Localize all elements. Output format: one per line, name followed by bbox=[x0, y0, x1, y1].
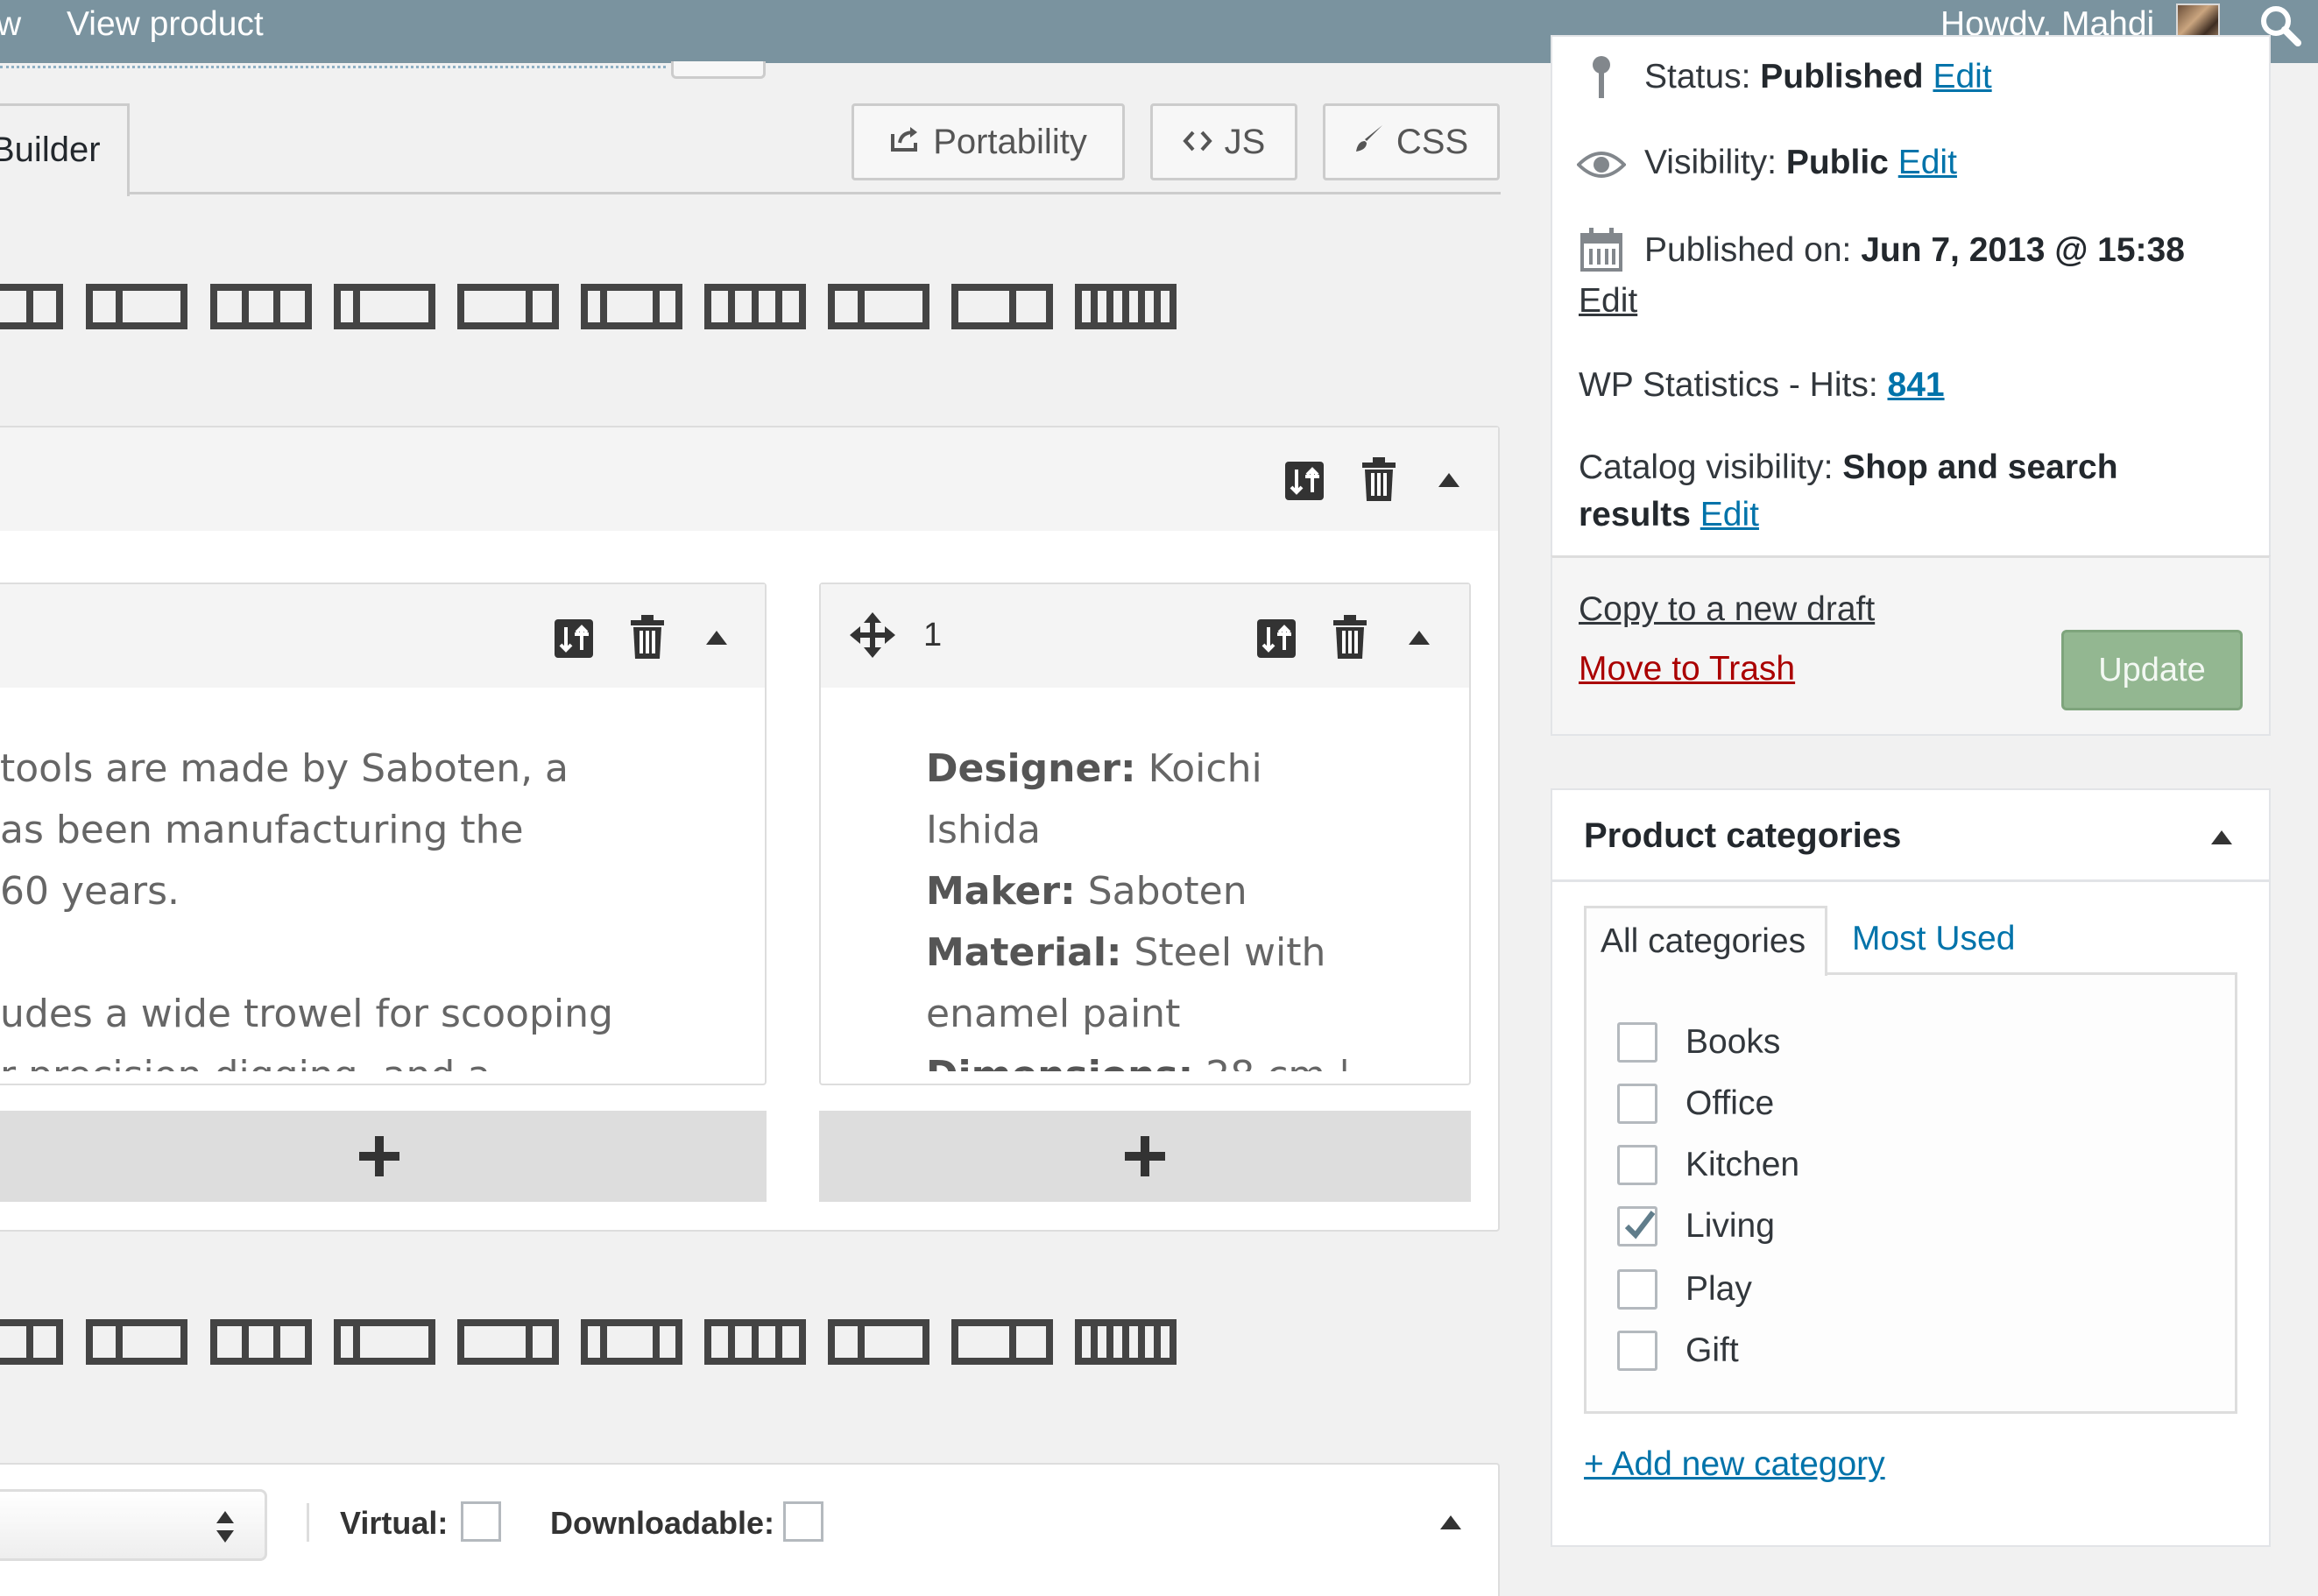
status-row: Status: Published Edit bbox=[1644, 58, 1992, 95]
category-item[interactable]: Kitchen bbox=[1617, 1144, 1799, 1186]
visibility-row: Visibility: Public Edit bbox=[1644, 144, 1957, 181]
cell-right-label: 1 bbox=[923, 617, 943, 653]
layout-1-2-1-icon[interactable] bbox=[581, 1319, 682, 1365]
layout-1-1-icon[interactable] bbox=[0, 1319, 63, 1365]
tab-most-used[interactable]: Most Used bbox=[1852, 920, 2015, 958]
row-layout-picker bbox=[0, 284, 1183, 333]
calendar-icon bbox=[1580, 228, 1622, 276]
row-collapse-icon[interactable] bbox=[1437, 471, 1461, 489]
category-checkbox[interactable] bbox=[1617, 1022, 1657, 1063]
cell-right-collapse-icon[interactable] bbox=[1407, 629, 1431, 646]
category-checkbox[interactable] bbox=[1617, 1206, 1657, 1246]
move-to-trash-link[interactable]: Move to Trash bbox=[1579, 650, 1795, 689]
permalink-button-edge[interactable] bbox=[671, 61, 766, 79]
category-item[interactable]: Office bbox=[1617, 1083, 1774, 1125]
wp-statistics-row: WP Statistics - Hits: 841 bbox=[1579, 366, 1945, 404]
cell-left-delete-icon[interactable] bbox=[629, 615, 666, 659]
checkmark-icon bbox=[1624, 1211, 1656, 1239]
category-checkbox[interactable] bbox=[1617, 1331, 1657, 1371]
tab-all-categories[interactable]: All categories bbox=[1584, 906, 1827, 976]
categories-collapse-icon[interactable] bbox=[2209, 829, 2234, 846]
admin-bar-item-truncated[interactable]: w bbox=[0, 5, 21, 44]
permalink-edge bbox=[0, 63, 666, 68]
cell-right-content[interactable]: Designer: Koichi Ishida Maker: Saboten M… bbox=[926, 738, 1452, 1071]
layout-1-1-1-1-icon[interactable] bbox=[704, 284, 806, 329]
category-item[interactable]: Play bbox=[1617, 1268, 1752, 1310]
categories-title: Product categories bbox=[1584, 816, 1902, 855]
layout-1-2-icon[interactable] bbox=[86, 284, 187, 329]
code-icon bbox=[1182, 123, 1212, 162]
pin-icon bbox=[1586, 53, 1617, 104]
virtual-checkbox[interactable] bbox=[461, 1501, 501, 1542]
cell-right-add-module-button[interactable] bbox=[819, 1111, 1471, 1202]
portability-button[interactable]: Portability bbox=[852, 103, 1125, 180]
cell-right-delete-icon[interactable] bbox=[1332, 615, 1368, 659]
published-on-row: Published on: Jun 7, 2013 @ 15:38 bbox=[1644, 231, 2185, 269]
layout-2-1-icon[interactable] bbox=[951, 1319, 1053, 1365]
downloadable-checkbox[interactable] bbox=[783, 1501, 823, 1542]
export-icon bbox=[889, 123, 921, 162]
visibility-edit-link[interactable]: Edit bbox=[1898, 144, 1957, 181]
downloadable-label: Downloadable: bbox=[550, 1505, 775, 1541]
catalog-visibility-row-2: results Edit bbox=[1579, 496, 1759, 533]
cell-left-settings-icon[interactable] bbox=[554, 618, 594, 659]
move-icon[interactable] bbox=[848, 611, 897, 660]
layout-2-1-icon[interactable] bbox=[951, 284, 1053, 329]
select-arrows-icon bbox=[215, 1509, 236, 1549]
layout-3-1-icon[interactable] bbox=[457, 284, 559, 329]
layout-1-2-icon[interactable] bbox=[86, 1319, 187, 1365]
product-data-collapse-icon[interactable] bbox=[1438, 1514, 1463, 1531]
category-item[interactable]: Gift bbox=[1617, 1330, 1739, 1372]
view-product-link[interactable]: View product bbox=[67, 5, 264, 44]
cell-left-content[interactable]: tools are made by Saboten, a as been man… bbox=[0, 738, 762, 1071]
eye-icon bbox=[1576, 149, 1627, 185]
layout-1-3-icon[interactable] bbox=[334, 1319, 435, 1365]
js-button[interactable]: JS bbox=[1150, 103, 1297, 180]
layout-1-2-alt-icon[interactable] bbox=[828, 284, 929, 329]
layout-3-1-icon[interactable] bbox=[457, 1319, 559, 1365]
published-on-edit-link[interactable]: Edit bbox=[1579, 282, 1637, 321]
categories-header-divider bbox=[1551, 879, 2271, 882]
tab-page-builder[interactable]: Builder bbox=[0, 103, 130, 196]
layout-1-1-icon[interactable] bbox=[0, 284, 63, 329]
separator bbox=[307, 1503, 309, 1542]
cell-right-settings-icon[interactable] bbox=[1256, 618, 1297, 659]
layout-6-col-icon[interactable] bbox=[1075, 1319, 1177, 1365]
row-settings-icon[interactable] bbox=[1284, 461, 1325, 501]
category-checkbox[interactable] bbox=[1617, 1084, 1657, 1124]
layout-1-3-icon[interactable] bbox=[334, 284, 435, 329]
category-checkbox[interactable] bbox=[1617, 1145, 1657, 1185]
plus-icon bbox=[358, 1136, 399, 1176]
status-edit-link[interactable]: Edit bbox=[1933, 58, 1991, 95]
virtual-label: Virtual: bbox=[340, 1505, 449, 1541]
copy-to-draft-link[interactable]: Copy to a new draft bbox=[1579, 590, 1875, 629]
layout-1-1-1-icon[interactable] bbox=[210, 1319, 312, 1365]
wp-statistics-hits-link[interactable]: 841 bbox=[1888, 366, 1945, 404]
tab-divider bbox=[127, 192, 1501, 194]
cell-right-header bbox=[821, 584, 1469, 688]
layout-1-2-1-icon[interactable] bbox=[581, 284, 682, 329]
catalog-visibility-row: Catalog visibility: Shop and search bbox=[1579, 448, 2118, 486]
category-item[interactable]: Living bbox=[1617, 1205, 1775, 1247]
category-item[interactable]: Books bbox=[1617, 1021, 1780, 1063]
update-button[interactable]: Update bbox=[2061, 630, 2243, 710]
catalog-edit-link[interactable]: Edit bbox=[1700, 496, 1759, 533]
row-layout-picker-2 bbox=[0, 1319, 1183, 1368]
add-new-category-link[interactable]: + Add new category bbox=[1584, 1445, 1885, 1484]
brush-icon bbox=[1354, 123, 1384, 162]
layout-1-1-1-1-icon[interactable] bbox=[704, 1319, 806, 1365]
product-type-select[interactable] bbox=[0, 1489, 267, 1561]
css-button[interactable]: CSS bbox=[1323, 103, 1500, 180]
plus-icon bbox=[1125, 1136, 1165, 1176]
cell-left-collapse-icon[interactable] bbox=[704, 629, 729, 646]
row-header bbox=[0, 427, 1498, 531]
layout-1-2-alt-icon[interactable] bbox=[828, 1319, 929, 1365]
layout-6-col-icon[interactable] bbox=[1075, 284, 1177, 329]
category-checkbox[interactable] bbox=[1617, 1269, 1657, 1310]
cell-left-add-module-button[interactable] bbox=[0, 1111, 767, 1202]
row-delete-icon[interactable] bbox=[1360, 457, 1397, 501]
layout-1-1-1-icon[interactable] bbox=[210, 284, 312, 329]
